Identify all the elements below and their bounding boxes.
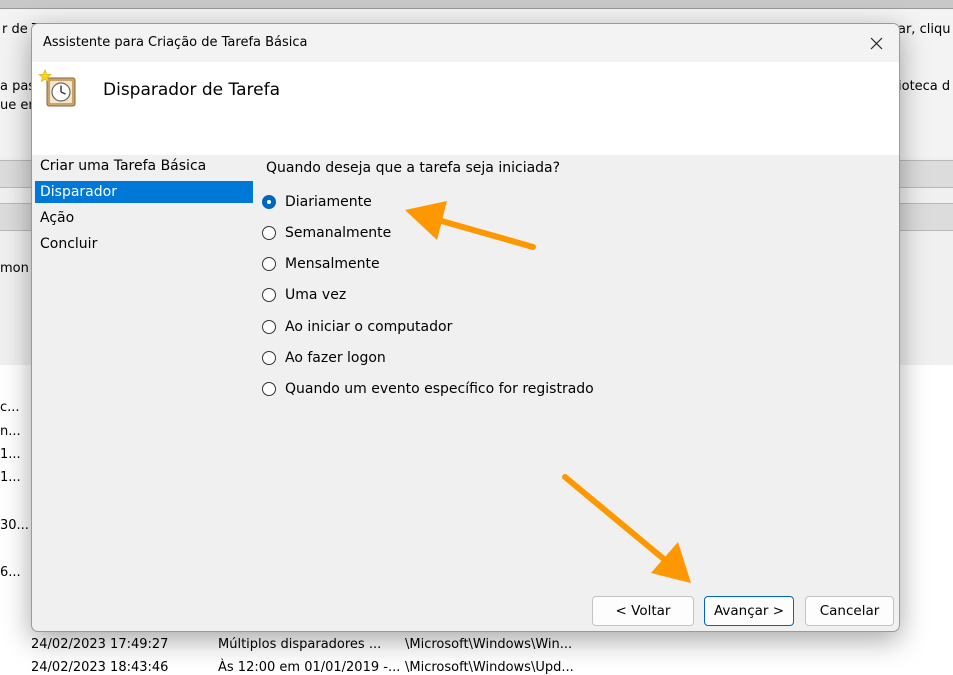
page-title: Disparador de Tarefa (103, 80, 280, 100)
radio-button[interactable] (262, 382, 276, 396)
option-label: Quando um evento específico for registra… (285, 381, 594, 397)
background-text: c... (0, 400, 20, 415)
task-trigger: Múltiplos disparadores ... (218, 637, 382, 652)
wizard-header: Disparador de Tarefa (32, 62, 899, 155)
option-label: Uma vez (285, 287, 347, 303)
background-text: 1... (0, 447, 21, 462)
option-at-logon[interactable]: Ao fazer logon (262, 348, 386, 368)
step-finish[interactable]: Concluir (35, 233, 253, 255)
background-text: 6... (0, 565, 21, 580)
radio-button[interactable] (262, 351, 276, 365)
option-monthly[interactable]: Mensalmente (262, 254, 380, 274)
task-trigger: Às 12:00 em 01/01/2019 -... (218, 660, 401, 675)
task-date: 24/02/2023 17:49:27 (31, 637, 169, 652)
cancel-button[interactable]: Cancelar (805, 596, 894, 626)
radio-button[interactable] (262, 320, 276, 334)
task-scheduler-clock-icon (38, 69, 76, 107)
background-text: 30... (0, 518, 29, 533)
option-label: Ao iniciar o computador (285, 319, 453, 335)
background-text: n... (0, 424, 21, 439)
trigger-question: Quando deseja que a tarefa seja iniciada… (266, 160, 561, 176)
step-action[interactable]: Ação (35, 207, 253, 229)
task-path: \Microsoft\Windows\Upd... (405, 660, 574, 675)
background-text: 1... (0, 470, 21, 485)
close-icon (870, 37, 882, 49)
radio-button[interactable] (262, 195, 276, 209)
basic-task-wizard-dialog: Assistente para Criação de Tarefa Básica… (31, 23, 900, 632)
back-button[interactable]: < Voltar (592, 596, 694, 626)
background-text: ioteca d (898, 79, 951, 94)
option-label: Semanalmente (285, 225, 392, 241)
next-button[interactable]: Avançar > (704, 596, 794, 626)
option-once[interactable]: Uma vez (262, 285, 346, 305)
option-daily[interactable]: Diariamente (262, 192, 372, 212)
background-title-bar (0, 0, 953, 9)
radio-button[interactable] (262, 226, 276, 240)
wizard-steps-nav: Criar uma Tarefa Básica Disparador Ação … (32, 155, 254, 631)
option-label: Diariamente (285, 194, 372, 210)
option-label: Mensalmente (285, 256, 380, 272)
task-path: \Microsoft\Windows\Win... (405, 637, 573, 652)
background-text: ar, cliqu (898, 22, 951, 37)
dialog-title: Assistente para Criação de Tarefa Básica (43, 35, 308, 50)
option-label: Ao fazer logon (285, 350, 386, 366)
close-button[interactable] (853, 24, 899, 62)
task-date: 24/02/2023 18:43:46 (31, 660, 169, 675)
background-text: mon (0, 261, 29, 276)
radio-button[interactable] (262, 257, 276, 271)
radio-button[interactable] (262, 288, 276, 302)
option-weekly[interactable]: Semanalmente (262, 223, 391, 243)
option-at-startup[interactable]: Ao iniciar o computador (262, 317, 452, 337)
trigger-options-panel: Quando deseja que a tarefa seja iniciada… (254, 155, 899, 595)
dialog-title-bar[interactable]: Assistente para Criação de Tarefa Básica (32, 24, 899, 62)
step-create-basic-task[interactable]: Criar uma Tarefa Básica (35, 155, 253, 177)
option-on-event[interactable]: Quando um evento específico for registra… (262, 379, 594, 399)
step-trigger[interactable]: Disparador (35, 181, 253, 203)
